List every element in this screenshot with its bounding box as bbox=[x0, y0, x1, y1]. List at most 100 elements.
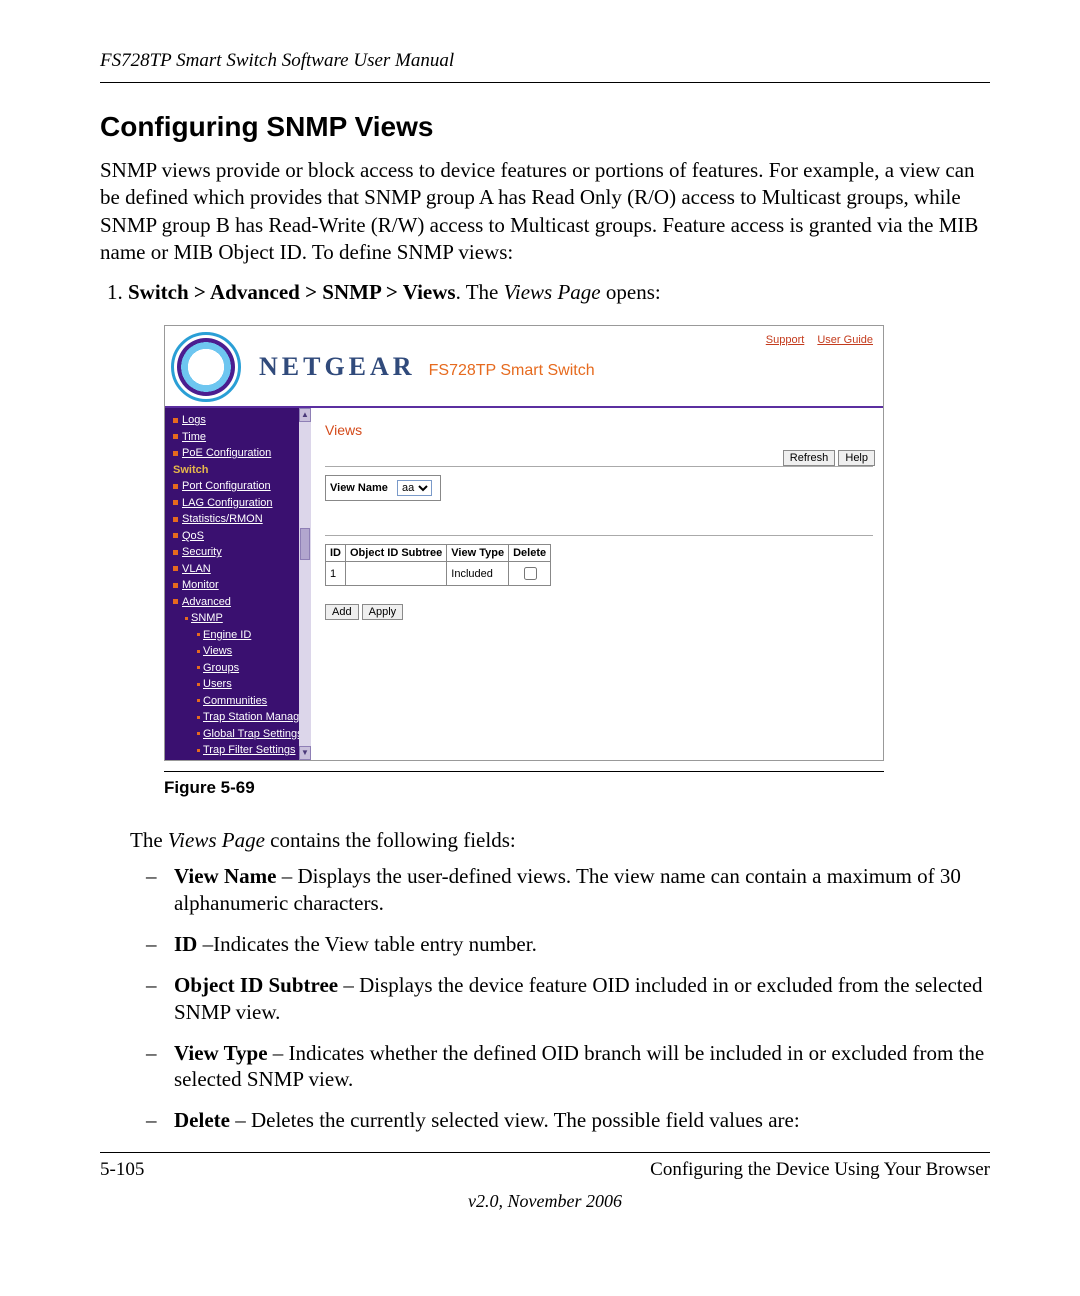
sidebar-item-monitor[interactable]: Monitor bbox=[165, 577, 311, 594]
sidebar-item-time[interactable]: Time bbox=[165, 429, 311, 446]
footer-version: v2.0, November 2006 bbox=[100, 1191, 990, 1212]
sidebar-section-switch: Switch bbox=[165, 462, 311, 479]
bullet-icon bbox=[173, 583, 178, 588]
sidebar-item-poe[interactable]: PoE Configuration bbox=[165, 445, 311, 462]
sidebar-item-groups[interactable]: Groups bbox=[165, 660, 311, 677]
intro-paragraph: SNMP views provide or block access to de… bbox=[100, 157, 990, 266]
steps-list: Switch > Advanced > SNMP > Views. The Vi… bbox=[100, 280, 990, 305]
bullet-icon bbox=[185, 617, 188, 620]
sidebar-item-security[interactable]: Security bbox=[165, 544, 311, 561]
cell-oid bbox=[346, 562, 447, 586]
bullet-icon bbox=[173, 533, 178, 538]
field-list: View Name – Displays the user-defined vi… bbox=[100, 863, 990, 1134]
view-name-select[interactable]: aa bbox=[397, 480, 432, 496]
field-view-name: View Name – Displays the user-defined vi… bbox=[156, 863, 990, 917]
bullet-icon bbox=[197, 666, 200, 669]
running-header: FS728TP Smart Switch Software User Manua… bbox=[100, 50, 990, 83]
views-table: ID Object ID Subtree View Type Delete 1 … bbox=[325, 544, 551, 586]
brand-logo-text: NETGEAR bbox=[259, 352, 416, 381]
sidebar-item-multicast[interactable]: Multicast bbox=[165, 759, 311, 761]
bullet-icon bbox=[173, 418, 178, 423]
sidebar-item-qos[interactable]: QoS bbox=[165, 528, 311, 545]
cell-id: 1 bbox=[326, 562, 346, 586]
bullet-icon bbox=[173, 550, 178, 555]
sidebar-item-logs[interactable]: Logs bbox=[165, 412, 311, 429]
button-row: Add Apply bbox=[325, 604, 873, 620]
sidebar-item-lag-config[interactable]: LAG Configuration bbox=[165, 495, 311, 512]
sidebar-item-port-config[interactable]: Port Configuration bbox=[165, 478, 311, 495]
footer-chapter: Configuring the Device Using Your Browse… bbox=[650, 1159, 990, 1181]
netgear-logo-icon bbox=[171, 332, 241, 402]
field-id: ID –Indicates the View table entry numbe… bbox=[156, 931, 990, 958]
sidebar-item-advanced[interactable]: Advanced bbox=[165, 594, 311, 611]
step-1: Switch > Advanced > SNMP > Views. The Vi… bbox=[128, 280, 990, 305]
delete-checkbox[interactable] bbox=[524, 567, 537, 580]
scroll-thumb[interactable] bbox=[300, 528, 310, 560]
cell-view-type: Included bbox=[447, 562, 509, 586]
sidebar-item-views[interactable]: Views bbox=[165, 643, 311, 660]
sidebar-item-trap-station[interactable]: Trap Station Manage bbox=[165, 709, 311, 726]
field-oid: Object ID Subtree – Displays the device … bbox=[156, 972, 990, 1026]
scroll-down-icon[interactable]: ▼ bbox=[299, 746, 311, 760]
view-name-row: View Name aa bbox=[325, 475, 441, 501]
section-title: Configuring SNMP Views bbox=[100, 111, 990, 143]
sidebar-item-engine-id[interactable]: Engine ID bbox=[165, 627, 311, 644]
bullet-icon bbox=[197, 749, 200, 752]
sidebar-item-communities[interactable]: Communities bbox=[165, 693, 311, 710]
footer-page-number: 5-105 bbox=[100, 1159, 144, 1181]
scroll-up-icon[interactable]: ▲ bbox=[299, 408, 311, 422]
view-name-label: View Name bbox=[330, 482, 388, 494]
page-footer: 5-105 Configuring the Device Using Your … bbox=[100, 1152, 990, 1181]
bullet-icon bbox=[173, 484, 178, 489]
step-text-1: . The bbox=[456, 280, 504, 304]
col-delete: Delete bbox=[509, 545, 551, 562]
after-figure-text: The Views Page contains the following fi… bbox=[130, 828, 990, 853]
field-delete: Delete – Deletes the currently selected … bbox=[156, 1107, 990, 1134]
divider bbox=[325, 466, 873, 467]
figure-caption: Figure 5-69 bbox=[164, 771, 884, 798]
support-link[interactable]: Support bbox=[766, 334, 805, 346]
content-pane: Views Refresh Help View Name aa ID bbox=[311, 408, 883, 760]
divider bbox=[325, 535, 873, 536]
col-view-type: View Type bbox=[447, 545, 509, 562]
views-page-screenshot: NETGEAR FS728TP Smart Switch Support Use… bbox=[164, 325, 884, 761]
step-text-2: opens: bbox=[601, 280, 661, 304]
refresh-button[interactable]: Refresh bbox=[783, 450, 836, 466]
apply-button[interactable]: Apply bbox=[362, 604, 404, 620]
add-button[interactable]: Add bbox=[325, 604, 359, 620]
help-button[interactable]: Help bbox=[838, 450, 875, 466]
col-id: ID bbox=[326, 545, 346, 562]
bullet-icon bbox=[197, 732, 200, 735]
bullet-icon bbox=[173, 451, 178, 456]
sidebar-item-users[interactable]: Users bbox=[165, 676, 311, 693]
bullet-icon bbox=[173, 434, 178, 439]
field-view-type: View Type – Indicates whether the define… bbox=[156, 1040, 990, 1094]
sidebar-item-statistics[interactable]: Statistics/RMON bbox=[165, 511, 311, 528]
nav-sidebar: Logs Time PoE Configuration Switch Port … bbox=[165, 408, 311, 760]
step-page-name: Views Page bbox=[504, 280, 601, 304]
bullet-icon bbox=[197, 650, 200, 653]
sidebar-scrollbar[interactable]: ▲ ▼ bbox=[299, 408, 311, 760]
pane-title: Views bbox=[325, 422, 873, 438]
bullet-icon bbox=[197, 716, 200, 719]
header-links: Support User Guide bbox=[756, 334, 873, 346]
app-header: NETGEAR FS728TP Smart Switch Support Use… bbox=[165, 326, 883, 408]
product-name: FS728TP Smart Switch bbox=[429, 362, 595, 379]
sidebar-item-trap-filter[interactable]: Trap Filter Settings bbox=[165, 742, 311, 759]
cell-delete bbox=[509, 562, 551, 586]
bullet-icon bbox=[173, 517, 178, 522]
bullet-icon bbox=[173, 566, 178, 571]
sidebar-item-global-trap[interactable]: Global Trap Settings bbox=[165, 726, 311, 743]
bullet-icon bbox=[173, 599, 178, 604]
bullet-icon bbox=[197, 633, 200, 636]
col-oid: Object ID Subtree bbox=[346, 545, 447, 562]
table-row: 1 Included bbox=[326, 562, 551, 586]
user-guide-link[interactable]: User Guide bbox=[817, 334, 873, 346]
sidebar-item-snmp[interactable]: SNMP bbox=[165, 610, 311, 627]
sidebar-item-vlan[interactable]: VLAN bbox=[165, 561, 311, 578]
bullet-icon bbox=[173, 500, 178, 505]
bullet-icon bbox=[197, 699, 200, 702]
table-header-row: ID Object ID Subtree View Type Delete bbox=[326, 545, 551, 562]
bullet-icon bbox=[197, 683, 200, 686]
step-path: Switch > Advanced > SNMP > Views bbox=[128, 280, 456, 304]
